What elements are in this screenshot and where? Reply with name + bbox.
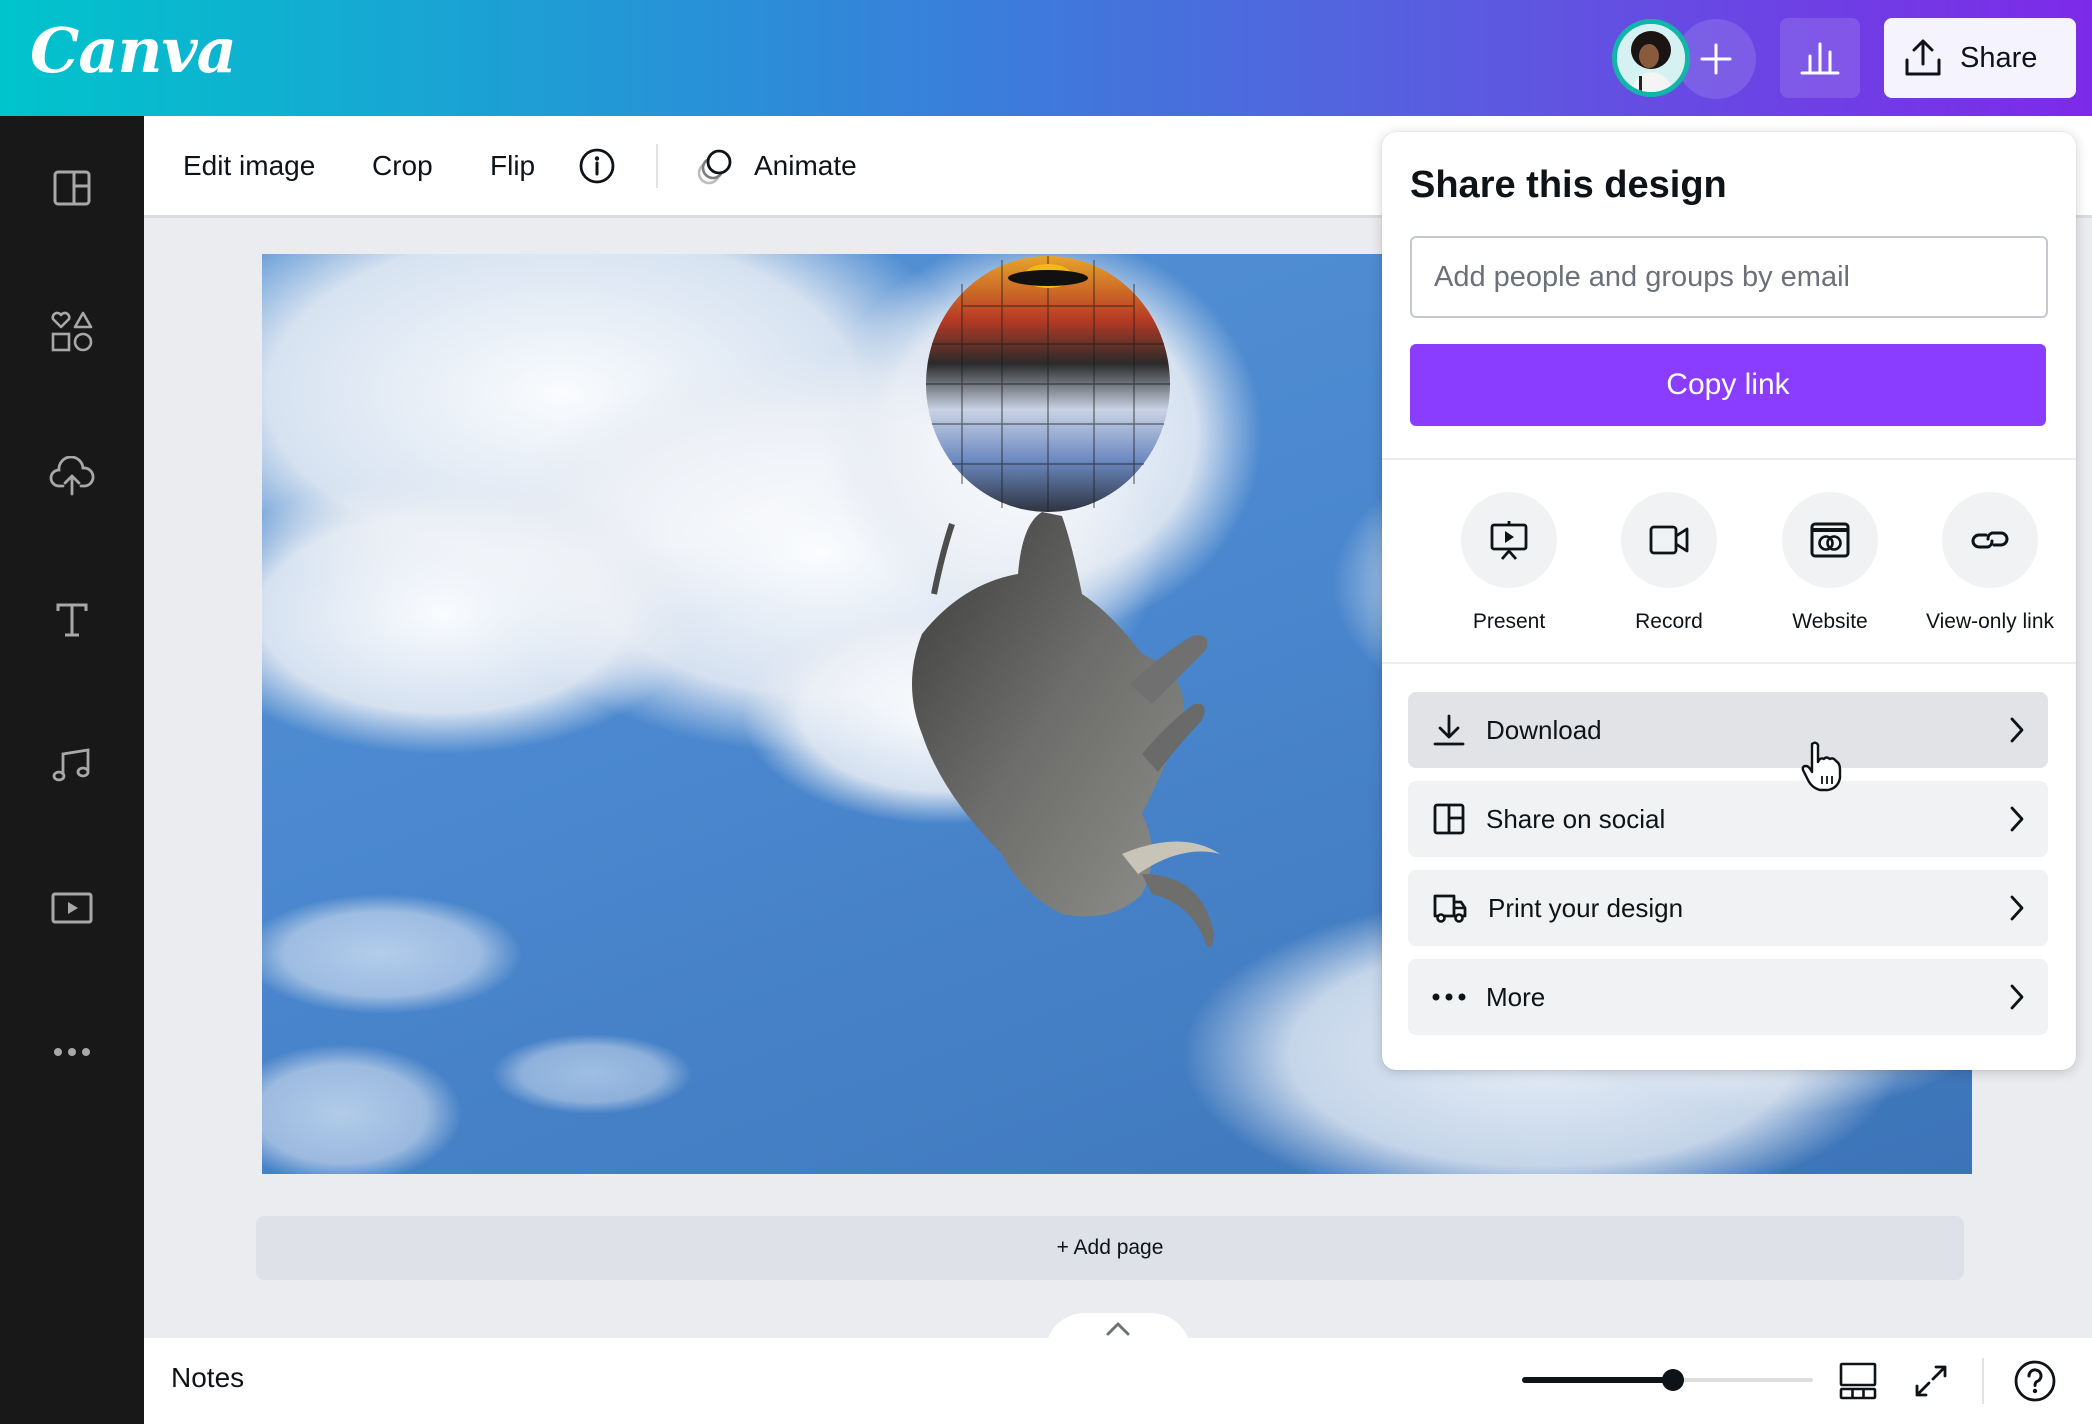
animate-button[interactable]: Animate bbox=[696, 116, 857, 215]
chevron-up-icon bbox=[1106, 1322, 1130, 1336]
view-only-link-label: View-only link bbox=[1926, 610, 2054, 633]
social-layout-icon bbox=[1433, 803, 1465, 835]
panel-divider bbox=[1382, 662, 2076, 664]
website-button[interactable]: Website bbox=[1750, 492, 1910, 642]
user-avatar[interactable] bbox=[1612, 19, 1690, 97]
help-button[interactable] bbox=[2011, 1357, 2059, 1405]
help-icon bbox=[2014, 1360, 2056, 1402]
shapes-icon bbox=[51, 311, 93, 352]
sidebar-item-text[interactable] bbox=[42, 590, 102, 650]
plus-icon bbox=[1700, 43, 1732, 75]
record-label: Record bbox=[1635, 610, 1703, 633]
download-row[interactable]: Download bbox=[1408, 692, 2048, 768]
insights-button[interactable] bbox=[1780, 18, 1860, 98]
print-design-row[interactable]: Print your design bbox=[1408, 870, 2048, 946]
animate-label: Animate bbox=[754, 149, 857, 181]
link-icon-circle bbox=[1942, 492, 2038, 588]
share-panel-title: Share this design bbox=[1410, 164, 1727, 206]
present-icon-circle bbox=[1461, 492, 1557, 588]
text-icon bbox=[56, 603, 88, 637]
cloud-upload-icon bbox=[49, 456, 95, 496]
toolbar-divider bbox=[656, 144, 658, 188]
avatar-image bbox=[1617, 24, 1685, 92]
print-design-label: Print your design bbox=[1488, 892, 1684, 923]
record-button[interactable]: Record bbox=[1589, 492, 1749, 642]
more-row[interactable]: More bbox=[1408, 959, 2048, 1035]
present-label: Present bbox=[1472, 610, 1546, 633]
layout-icon bbox=[53, 170, 91, 206]
present-icon bbox=[1490, 521, 1528, 560]
sidebar-item-templates[interactable] bbox=[42, 158, 102, 218]
grid-view-button[interactable] bbox=[1834, 1357, 1882, 1405]
more-dots-icon bbox=[1432, 993, 1466, 1001]
more-icon bbox=[54, 1048, 90, 1056]
add-page-button[interactable]: + Add page bbox=[256, 1216, 1964, 1280]
grid-view-icon bbox=[1839, 1362, 1877, 1400]
panel-divider bbox=[1382, 458, 2076, 460]
website-label: Website bbox=[1792, 610, 1868, 633]
fullscreen-button[interactable] bbox=[1907, 1357, 1955, 1405]
animate-icon bbox=[697, 149, 732, 184]
sidebar-item-elements[interactable] bbox=[42, 302, 102, 362]
website-icon-circle bbox=[1782, 492, 1878, 588]
share-on-social-row[interactable]: Share on social bbox=[1408, 781, 2048, 857]
zoom-slider[interactable] bbox=[1522, 1369, 1813, 1391]
expand-pages-button[interactable] bbox=[1045, 1313, 1191, 1353]
sidebar-item-uploads[interactable] bbox=[42, 446, 102, 506]
present-button[interactable]: Present bbox=[1429, 492, 1589, 642]
bottombar-divider bbox=[1982, 1358, 1984, 1404]
chevron-right-icon bbox=[2010, 895, 2024, 921]
canva-logo[interactable]: Canva bbox=[30, 14, 237, 87]
download-label: Download bbox=[1486, 714, 1602, 745]
sidebar-item-more[interactable] bbox=[42, 1022, 102, 1082]
email-input[interactable] bbox=[1410, 236, 2048, 318]
download-icon bbox=[1433, 714, 1465, 746]
more-label: More bbox=[1486, 981, 1546, 1012]
share-button-label: Share bbox=[1960, 41, 2038, 74]
sidebar-item-videos[interactable] bbox=[42, 878, 102, 938]
chevron-right-icon bbox=[2010, 984, 2024, 1010]
bar-chart-icon bbox=[1800, 42, 1840, 75]
chevron-right-icon bbox=[2010, 806, 2024, 832]
zoom-slider-fill bbox=[1522, 1377, 1674, 1383]
copy-link-button[interactable]: Copy link bbox=[1410, 344, 2046, 426]
sidebar-item-audio[interactable] bbox=[42, 734, 102, 794]
website-icon bbox=[1810, 522, 1850, 558]
share-button[interactable]: Share bbox=[1884, 18, 2076, 98]
crop-button[interactable]: Crop bbox=[372, 116, 433, 215]
video-icon bbox=[51, 892, 93, 924]
flip-button[interactable]: Flip bbox=[490, 116, 535, 215]
chevron-right-icon bbox=[2010, 717, 2024, 743]
music-icon bbox=[52, 748, 90, 782]
info-button[interactable] bbox=[578, 116, 616, 215]
left-sidebar bbox=[0, 116, 144, 1424]
record-icon-circle bbox=[1621, 492, 1717, 588]
top-header: Canva Share bbox=[0, 0, 2092, 116]
info-icon bbox=[579, 148, 615, 183]
notes-button[interactable]: Notes bbox=[171, 1362, 244, 1394]
video-camera-icon bbox=[1649, 525, 1689, 555]
share-panel: Share this design Copy link Present Reco… bbox=[1382, 132, 2076, 1070]
upload-icon bbox=[1905, 39, 1941, 76]
link-icon bbox=[1971, 531, 2009, 549]
share-on-social-label: Share on social bbox=[1486, 803, 1666, 834]
edit-image-button[interactable]: Edit image bbox=[183, 116, 315, 215]
truck-icon bbox=[1433, 894, 1467, 923]
expand-icon bbox=[1915, 1365, 1947, 1397]
view-only-link-button[interactable]: View-only link bbox=[1910, 492, 2070, 642]
